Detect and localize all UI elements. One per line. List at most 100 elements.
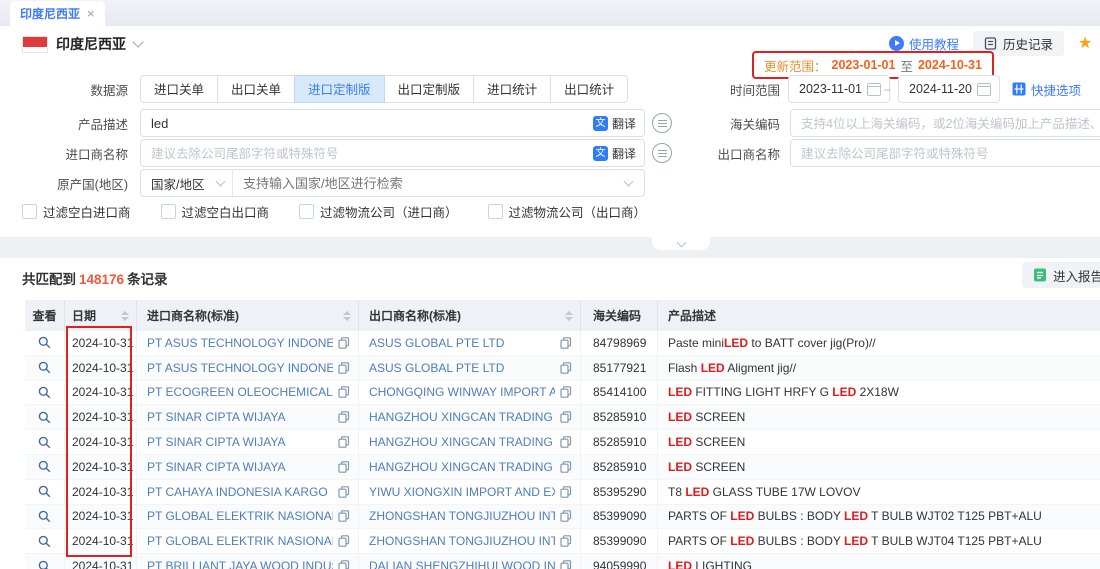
row-hs-code: 84798969 — [581, 331, 658, 355]
exporter-link[interactable]: YIWU XIONGXIN IMPORT AND EXPORT... — [369, 485, 555, 499]
product-desc-input[interactable] — [141, 116, 593, 131]
importer-link[interactable]: PT ASUS TECHNOLOGY INDONESIA BA... — [147, 336, 333, 350]
date-start-input[interactable]: 2023-11-01 — [788, 75, 890, 103]
exporter-link[interactable]: ASUS GLOBAL PTE LTD — [369, 336, 555, 350]
date-end-input[interactable]: 2024-11-20 — [898, 75, 1000, 103]
table-row: 2024-10-31 PT SINAR CIPTA WIJAYA HANGZHO… — [25, 405, 1100, 430]
view-row-button[interactable] — [38, 436, 51, 449]
tab-indonesia[interactable]: 印度尼西亚 × — [10, 1, 105, 26]
collapse-panel-button[interactable] — [652, 237, 710, 250]
report-icon — [1033, 268, 1047, 282]
copy-icon[interactable] — [560, 411, 572, 423]
copy-icon[interactable] — [560, 461, 572, 473]
hs-code-input[interactable] — [791, 116, 1100, 131]
table-row: 2024-10-31 PT CAHAYA INDONESIA KARGO YIW… — [25, 480, 1100, 505]
chevron-down-icon — [676, 238, 686, 248]
importer-link[interactable]: PT SINAR CIPTA WIJAYA — [147, 435, 333, 449]
exporter-link[interactable]: CHONGQING WINWAY IMPORT AND E... — [369, 385, 555, 399]
header-exporter-label: 出口商名称(标准) — [369, 307, 461, 324]
view-row-button[interactable] — [38, 535, 51, 548]
importer-link[interactable]: PT ASUS TECHNOLOGY INDONESIA BA... — [147, 361, 333, 375]
product-desc-box: 翻译 — [140, 109, 645, 137]
table-row: 2024-10-31 PT ASUS TECHNOLOGY INDONESIA … — [25, 356, 1100, 381]
quick-options-link[interactable]: 快捷选项 — [1012, 80, 1081, 99]
exporter-link[interactable]: HANGZHOU XINGCAN TRADING CO LTD — [369, 460, 555, 474]
view-row-button[interactable] — [38, 460, 51, 473]
copy-icon[interactable] — [338, 411, 350, 423]
importer-link[interactable]: PT GLOBAL ELEKTRIK NASIONAL — [147, 509, 333, 523]
copy-icon[interactable] — [560, 436, 572, 448]
tab-export-stats[interactable]: 出口统计 — [550, 75, 628, 103]
copy-icon[interactable] — [338, 486, 350, 498]
match-mode-icon[interactable] — [652, 143, 672, 163]
magnifier-icon — [38, 411, 51, 424]
view-row-button[interactable] — [38, 510, 51, 523]
view-row-button[interactable] — [38, 411, 51, 424]
row-hs-code: 85177921 — [581, 356, 658, 380]
translate-button[interactable]: 翻译 — [593, 115, 636, 132]
copy-icon[interactable] — [338, 510, 350, 522]
tab-close-icon[interactable]: × — [87, 7, 95, 20]
translate-button[interactable]: 翻译 — [593, 145, 636, 162]
importer-link[interactable]: PT CAHAYA INDONESIA KARGO — [147, 485, 333, 499]
copy-icon[interactable] — [560, 362, 572, 374]
tab-export-custom[interactable]: 出口定制版 — [384, 75, 475, 103]
importer-link[interactable]: PT SINAR CIPTA WIJAYA — [147, 460, 333, 474]
origin-select[interactable]: 国家/地区 — [141, 170, 233, 196]
exporter-link[interactable]: ASUS GLOBAL PTE LTD — [369, 361, 555, 375]
checkbox-filter-blank-exporter[interactable]: 过滤空白出口商 — [161, 202, 270, 221]
copy-icon[interactable] — [560, 560, 572, 569]
exporter-input[interactable] — [791, 146, 1100, 161]
tab-import-custom[interactable]: 进口定制版 — [294, 75, 385, 103]
copy-icon[interactable] — [338, 535, 350, 547]
view-row-button[interactable] — [38, 485, 51, 498]
chevron-down-icon — [132, 36, 143, 47]
vip-star-icon[interactable]: ★ — [1078, 33, 1092, 53]
sort-icon[interactable] — [121, 311, 129, 321]
view-row-button[interactable] — [38, 386, 51, 399]
copy-icon[interactable] — [338, 386, 350, 398]
copy-icon[interactable] — [338, 337, 350, 349]
exporter-link[interactable]: ZHONGSHAN TONGJIUZHOU INTERNA... — [369, 534, 555, 548]
enter-report-button[interactable]: 进入报告 — [1022, 262, 1100, 288]
tab-export-declaration[interactable]: 出口关单 — [217, 75, 295, 103]
copy-icon[interactable] — [338, 560, 350, 569]
copy-icon[interactable] — [560, 337, 572, 349]
copy-icon[interactable] — [560, 486, 572, 498]
exporter-link[interactable]: HANGZHOU XINGCAN TRADING CO LTD — [369, 435, 555, 449]
sort-icon[interactable] — [565, 311, 573, 321]
tab-import-declaration[interactable]: 进口关单 — [140, 75, 218, 103]
country-selector[interactable]: 印度尼西亚 — [22, 34, 142, 54]
view-row-button[interactable] — [38, 560, 51, 569]
checkbox-filter-blank-importer[interactable]: 过滤空白进口商 — [22, 202, 131, 221]
importer-link[interactable]: PT SINAR CIPTA WIJAYA — [147, 410, 333, 424]
exporter-link[interactable]: DALIAN SHENGZHIHUI WOOD INDUST... — [369, 559, 555, 569]
exporter-link[interactable]: HANGZHOU XINGCAN TRADING CO LTD — [369, 410, 555, 424]
copy-icon[interactable] — [338, 362, 350, 374]
tab-import-stats[interactable]: 进口统计 — [473, 75, 551, 103]
origin-search-input[interactable] — [233, 176, 625, 191]
copy-icon[interactable] — [560, 535, 572, 547]
row-hs-code: 85285910 — [581, 455, 658, 479]
sort-icon[interactable] — [343, 311, 351, 321]
copy-icon[interactable] — [338, 436, 350, 448]
form-row-company: 进口商名称 翻译 出口商名称 — [0, 139, 1100, 167]
row-product-desc: Paste miniLED to BATT cover jig(Pro)// — [668, 336, 876, 350]
copy-icon[interactable] — [338, 461, 350, 473]
importer-link[interactable]: PT GLOBAL ELEKTRIK NASIONAL — [147, 534, 333, 548]
importer-input[interactable] — [141, 146, 593, 161]
origin-select-value: 国家/地区 — [151, 174, 204, 193]
view-row-button[interactable] — [38, 336, 51, 349]
importer-link[interactable]: PT BRILLIANT JAYA WOOD INDUSTRY — [147, 559, 333, 569]
exporter-link[interactable]: ZHONGSHAN TONGJIUZHOU INTERNA... — [369, 509, 555, 523]
importer-link[interactable]: PT ECOGREEN OLEOCHEMICALS — [147, 385, 333, 399]
checkbox-filter-logistics-exporter[interactable]: 过滤物流公司（出口商） — [488, 202, 647, 221]
view-row-button[interactable] — [38, 361, 51, 374]
copy-icon[interactable] — [560, 386, 572, 398]
tutorial-link[interactable]: 使用教程 — [889, 34, 959, 53]
checkbox-filter-logistics-importer[interactable]: 过滤物流公司（进口商） — [299, 202, 458, 221]
header-product-desc: 产品描述 — [658, 300, 1100, 331]
table-row: 2024-10-31 PT GLOBAL ELEKTRIK NASIONAL Z… — [25, 505, 1100, 530]
match-mode-icon[interactable] — [652, 113, 672, 133]
copy-icon[interactable] — [560, 510, 572, 522]
